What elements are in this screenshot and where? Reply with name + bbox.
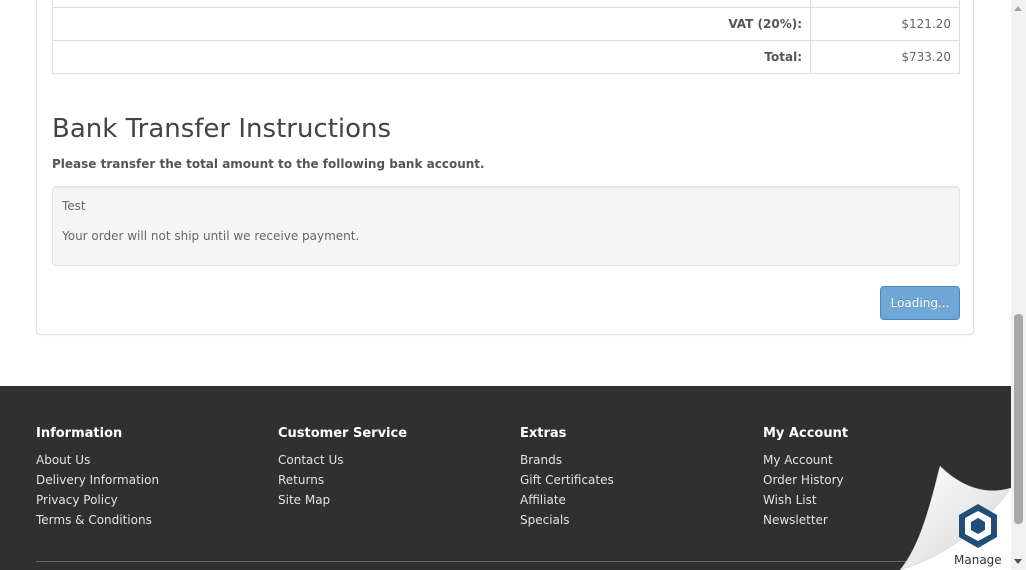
footer-link-gift-certificates[interactable]: Gift Certificates — [520, 470, 750, 490]
bank-instructions-well: Test Your order will not ship until we r… — [52, 186, 960, 266]
table-row: VAT (20%): $121.20 — [52, 7, 960, 41]
scrollbar-thumb[interactable] — [1014, 314, 1023, 524]
footer-link-brands[interactable]: Brands — [520, 450, 750, 470]
table-row: Total: $733.20 — [52, 40, 960, 74]
total-label: Total: — [52, 40, 811, 74]
vat-value: $121.20 — [810, 7, 960, 41]
bank-transfer-title: Bank Transfer Instructions — [52, 114, 392, 144]
scroll-up-icon[interactable] — [1014, 6, 1022, 11]
manage-label[interactable]: Manage — [954, 553, 1002, 567]
footer-heading: Extras — [520, 426, 567, 441]
confirm-order-button[interactable]: Loading... — [880, 286, 960, 320]
payment-notice: Your order will not ship until we receiv… — [62, 229, 360, 243]
footer-link-affiliate[interactable]: Affiliate — [520, 490, 750, 510]
footer-link-contact-us[interactable]: Contact Us — [278, 450, 508, 470]
site-footer: Information About Us Delivery Informatio… — [0, 386, 1011, 570]
vertical-scrollbar[interactable] — [1011, 0, 1026, 570]
scroll-down-icon[interactable] — [1014, 559, 1022, 564]
footer-heading: Information — [36, 426, 123, 441]
footer-link-privacy-policy[interactable]: Privacy Policy — [36, 490, 266, 510]
footer-link-returns[interactable]: Returns — [278, 470, 508, 490]
footer-column-information: Information About Us Delivery Informatio… — [36, 426, 266, 530]
footer-link-site-map[interactable]: Site Map — [278, 490, 508, 510]
footer-column-customer-service: Customer Service Contact Us Returns Site… — [278, 426, 508, 510]
vat-label: VAT (20%): — [52, 7, 811, 41]
footer-link-specials[interactable]: Specials — [520, 510, 750, 530]
footer-heading: Customer Service — [278, 426, 408, 441]
footer-heading: My Account — [763, 426, 849, 441]
footer-link-delivery-information[interactable]: Delivery Information — [36, 470, 266, 490]
bank-transfer-subtitle: Please transfer the total amount to the … — [52, 157, 485, 171]
footer-link-terms-conditions[interactable]: Terms & Conditions — [36, 510, 266, 530]
footer-column-extras: Extras Brands Gift Certificates Affiliat… — [520, 426, 750, 530]
bank-account-info: Test — [62, 199, 86, 213]
total-value: $733.20 — [810, 40, 960, 74]
table-row — [52, 0, 960, 8]
order-totals-table: VAT (20%): $121.20 Total: $733.20 — [52, 0, 960, 74]
footer-divider — [36, 561, 975, 562]
footer-link-about-us[interactable]: About Us — [36, 450, 266, 470]
